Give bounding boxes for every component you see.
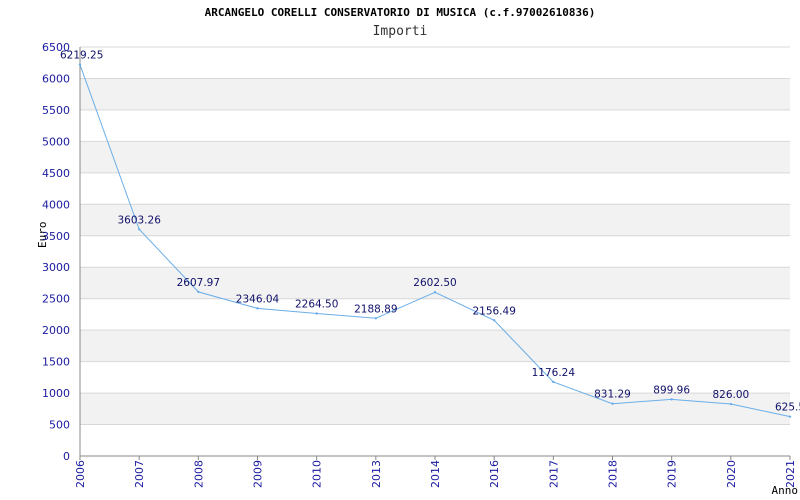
line-chart: 0 500 1000 1500 2000 2500 3000 3500 4000 4500 5000… bbox=[42, 41, 800, 488]
x-tick-label: 2014 bbox=[429, 460, 442, 488]
grid-band bbox=[80, 47, 790, 79]
grid-band bbox=[80, 141, 790, 173]
data-point bbox=[788, 415, 792, 418]
data-label: 6219.25 bbox=[60, 50, 103, 62]
x-tick-label: 2010 bbox=[311, 460, 324, 488]
data-point bbox=[315, 312, 318, 315]
data-point bbox=[256, 307, 259, 310]
grid-band bbox=[80, 424, 790, 456]
data-label: 3603.26 bbox=[117, 214, 161, 226]
y-tick-label: 4000 bbox=[42, 198, 70, 211]
data-label: 2156.49 bbox=[472, 305, 515, 317]
y-tick-label: 500 bbox=[49, 419, 70, 432]
grid-band bbox=[80, 172, 790, 205]
data-point bbox=[197, 290, 200, 294]
y-tick-label: 2000 bbox=[42, 324, 70, 337]
data-point bbox=[729, 402, 733, 406]
grid-band bbox=[80, 204, 790, 236]
x-tick-label: 2009 bbox=[252, 460, 265, 488]
data-label: 826.00 bbox=[712, 389, 749, 401]
grid-band bbox=[80, 393, 790, 425]
data-point bbox=[492, 319, 496, 322]
x-tick-label: 2020 bbox=[725, 460, 738, 488]
x-tick-label: 2013 bbox=[370, 460, 383, 488]
x-tick-label: 2018 bbox=[607, 460, 620, 488]
x-tick-label: 2006 bbox=[74, 460, 87, 488]
data-point bbox=[374, 317, 378, 320]
y-tick-label: 1500 bbox=[42, 356, 70, 369]
x-tick-label: 2017 bbox=[547, 460, 560, 488]
y-tick-label: 4500 bbox=[42, 167, 70, 180]
y-tick-label: 0 bbox=[63, 450, 70, 463]
data-point bbox=[137, 228, 141, 231]
y-tick-label: 5500 bbox=[42, 104, 70, 117]
data-label: 625.5 bbox=[775, 402, 800, 414]
data-point bbox=[552, 380, 555, 384]
grid-band bbox=[80, 109, 790, 142]
data-label: 831.29 bbox=[594, 389, 631, 401]
data-point bbox=[433, 291, 437, 294]
x-tick-label: 2007 bbox=[133, 460, 146, 488]
data-label: 2602.50 bbox=[413, 277, 456, 289]
data-point bbox=[611, 402, 614, 405]
x-tick-label: 2021 bbox=[784, 460, 797, 488]
data-label: 899.96 bbox=[653, 384, 690, 396]
data-label: 2346.04 bbox=[236, 293, 280, 305]
x-tick-label: 2016 bbox=[488, 460, 501, 488]
grid-band bbox=[80, 330, 790, 362]
y-tick-label: 3500 bbox=[42, 230, 70, 243]
grid-band bbox=[80, 298, 790, 331]
y-tick-label: 6000 bbox=[42, 72, 70, 85]
data-label: 1176.24 bbox=[532, 367, 576, 379]
data-point bbox=[78, 63, 82, 66]
data-label: 2607.97 bbox=[177, 277, 220, 289]
data-label: 2188.89 bbox=[354, 303, 397, 315]
data-point bbox=[670, 398, 673, 401]
y-tick-label: 3000 bbox=[42, 261, 70, 274]
grid-band bbox=[80, 78, 790, 110]
x-tick-label: 2019 bbox=[666, 460, 679, 488]
data-label: 2264.50 bbox=[295, 299, 338, 311]
x-tick-label: 2008 bbox=[192, 460, 205, 488]
grid-band bbox=[80, 235, 790, 268]
y-tick-label: 5000 bbox=[42, 135, 70, 148]
y-tick-label: 2500 bbox=[42, 293, 70, 306]
y-tick-label: 1000 bbox=[42, 387, 70, 400]
